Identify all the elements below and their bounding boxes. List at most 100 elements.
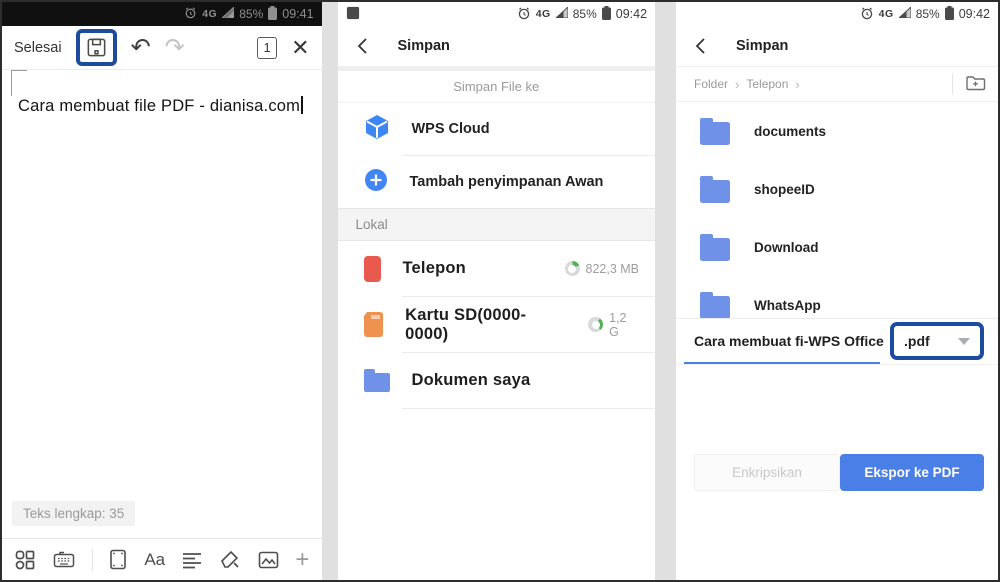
folder-icon	[700, 238, 730, 261]
document-text[interactable]: Cara membuat file PDF - dianisa.com	[2, 70, 322, 116]
editor-status-bar: 4G 85% 09:41	[2, 2, 322, 26]
save-status-bar: 4G 85% 09:42	[338, 2, 656, 26]
chevron-right-icon: ›	[795, 77, 799, 92]
folder-name: documents	[754, 124, 826, 139]
signal-icon	[222, 7, 234, 21]
screenshot-root: 4G 85% 09:41 Selesai ↶ ↷ 1 ✕ Cara membua…	[0, 0, 1000, 582]
undo-icon[interactable]: ↶	[131, 36, 151, 60]
alarm-icon	[860, 6, 874, 23]
phone-storage-icon	[364, 256, 381, 282]
page-indicator[interactable]: 1	[257, 37, 277, 59]
format-painter-icon[interactable]	[219, 549, 241, 571]
battery-percent-label: 85%	[239, 7, 263, 21]
page-frame-icon[interactable]	[108, 548, 128, 571]
network-type-label: 4G	[536, 8, 551, 20]
add-more-icon[interactable]: +	[295, 548, 309, 572]
breadcrumb: Folder › Telepon ›	[676, 66, 998, 102]
storage-label: Kartu SD(0000-0000)	[405, 306, 566, 344]
breadcrumb-divider	[952, 74, 953, 94]
local-section-header: Lokal	[338, 208, 656, 241]
close-icon[interactable]: ✕	[291, 37, 309, 59]
network-type-label: 4G	[202, 8, 217, 20]
save-to-label: Simpan File ke	[338, 71, 656, 103]
storage-item-documents[interactable]: Dokumen saya	[338, 353, 656, 408]
storage-item-telepon[interactable]: Telepon 822,3 MB	[338, 241, 656, 296]
folder-list: documents shopeeID Download WhatsApp And…	[676, 102, 998, 318]
storage-item-sdcard[interactable]: Kartu SD(0000-0000) 1,2 G	[338, 297, 656, 352]
folder-row[interactable]: documents	[676, 102, 998, 160]
battery-icon	[268, 6, 277, 23]
signal-icon	[556, 7, 568, 21]
keyboard-icon[interactable]	[52, 549, 76, 571]
page-corner-mark	[11, 70, 27, 96]
text-format-icon[interactable]: Aa	[144, 550, 165, 570]
alarm-icon	[184, 6, 197, 22]
folder-icon	[700, 122, 730, 145]
toolbar-divider	[92, 549, 93, 571]
folder-icon	[364, 373, 390, 392]
insert-image-icon[interactable]	[257, 550, 280, 570]
storage-size-label: 1,2 G	[609, 311, 639, 339]
panel-gap	[322, 2, 338, 580]
wps-cloud-icon	[364, 114, 390, 145]
breadcrumb-root[interactable]: Folder	[694, 77, 728, 91]
folder-name: shopeeID	[754, 182, 815, 197]
folder-icon	[700, 296, 730, 318]
filename-underline	[684, 362, 880, 364]
word-count-badge: Teks lengkap: 35	[12, 501, 135, 526]
redo-icon: ↷	[165, 36, 185, 60]
folder-row[interactable]: WhatsApp	[676, 276, 998, 318]
panel-gap	[655, 2, 676, 580]
editor-bottom-toolbar: Aa +	[2, 538, 322, 580]
alarm-icon	[517, 6, 531, 23]
sd-card-icon	[364, 312, 384, 337]
storage-size-label: 822,3 MB	[586, 262, 640, 276]
storage-label: Telepon	[403, 259, 466, 278]
notification-icon	[346, 6, 360, 23]
tools-grid-icon[interactable]	[14, 549, 36, 571]
back-icon[interactable]	[354, 36, 372, 56]
save-destination-panel: 4G 85% 09:42 Simpan Simpan File ke WPS C…	[338, 2, 656, 580]
new-folder-icon[interactable]	[965, 74, 986, 95]
battery-icon	[602, 6, 611, 23]
network-type-label: 4G	[879, 8, 894, 20]
save-button-highlight	[76, 29, 117, 66]
document-canvas[interactable]: Cara membuat file PDF - dianisa.com Teks…	[2, 70, 322, 538]
action-bar: Enkripsikan Ekspor ke PDF	[676, 364, 998, 581]
editor-toolbar: Selesai ↶ ↷ 1 ✕	[2, 26, 322, 70]
paragraph-align-icon[interactable]	[181, 551, 203, 569]
filename-input[interactable]: Cara membuat fi-WPS Office	[694, 333, 890, 349]
add-cloud-item[interactable]: Tambah penyimpanan Awan	[338, 156, 656, 208]
done-button[interactable]: Selesai	[14, 40, 62, 56]
battery-percent-label: 85%	[916, 7, 940, 21]
folder-picker-panel: 4G 85% 09:42 Simpan Folder › Telepon › d…	[676, 2, 998, 580]
save-icon[interactable]	[85, 36, 108, 59]
add-cloud-icon	[364, 168, 388, 197]
folder-row[interactable]: Download	[676, 218, 998, 276]
editor-panel: 4G 85% 09:41 Selesai ↶ ↷ 1 ✕ Cara membua…	[2, 2, 322, 580]
wps-cloud-item[interactable]: WPS Cloud	[338, 103, 656, 155]
clock-label: 09:41	[282, 7, 313, 21]
storage-usage-ring	[565, 261, 580, 276]
folder-row[interactable]: shopeeID	[676, 160, 998, 218]
folder-header: Simpan	[676, 26, 998, 66]
breadcrumb-current[interactable]: Telepon	[746, 77, 788, 91]
add-cloud-label: Tambah penyimpanan Awan	[410, 174, 604, 190]
wps-cloud-label: WPS Cloud	[412, 121, 490, 137]
encrypt-button[interactable]: Enkripsikan	[694, 454, 840, 491]
extension-dropdown[interactable]: .pdf	[894, 326, 980, 356]
storage-usage-ring	[588, 317, 603, 332]
back-icon[interactable]	[692, 36, 710, 56]
folder-title: Simpan	[736, 38, 788, 54]
chevron-right-icon: ›	[735, 77, 739, 92]
list-separator	[402, 408, 656, 409]
clock-label: 09:42	[616, 7, 647, 21]
folder-name: Download	[754, 240, 819, 255]
battery-percent-label: 85%	[573, 7, 597, 21]
battery-icon	[945, 6, 954, 23]
folder-status-bar: 4G 85% 09:42	[676, 2, 998, 26]
storage-label: Dokumen saya	[412, 371, 531, 390]
extension-dropdown-highlight: .pdf	[890, 322, 984, 360]
export-pdf-button[interactable]: Ekspor ke PDF	[840, 454, 984, 491]
dropdown-arrow-icon	[958, 338, 970, 345]
